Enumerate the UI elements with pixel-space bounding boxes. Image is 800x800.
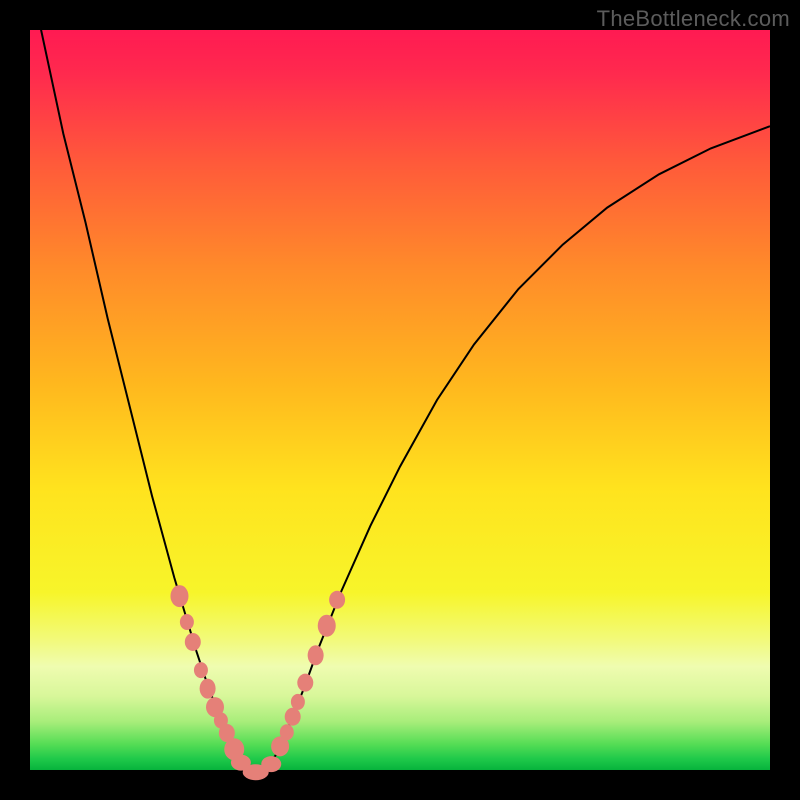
curve-marker: [194, 662, 208, 678]
curve-marker: [308, 645, 324, 665]
curve-marker: [291, 694, 305, 710]
bottleneck-chart: [0, 0, 800, 800]
curve-marker: [318, 615, 336, 637]
curve-marker: [285, 708, 301, 726]
watermark-text: TheBottleneck.com: [597, 6, 790, 32]
curve-marker: [170, 585, 188, 607]
curve-marker: [280, 724, 294, 740]
curve-marker: [180, 614, 194, 630]
curve-marker: [297, 674, 313, 692]
curve-marker: [200, 679, 216, 699]
chart-stage: TheBottleneck.com: [0, 0, 800, 800]
curve-marker: [261, 756, 281, 772]
curve-marker: [329, 591, 345, 609]
curve-marker: [185, 633, 201, 651]
plot-background: [30, 30, 770, 770]
